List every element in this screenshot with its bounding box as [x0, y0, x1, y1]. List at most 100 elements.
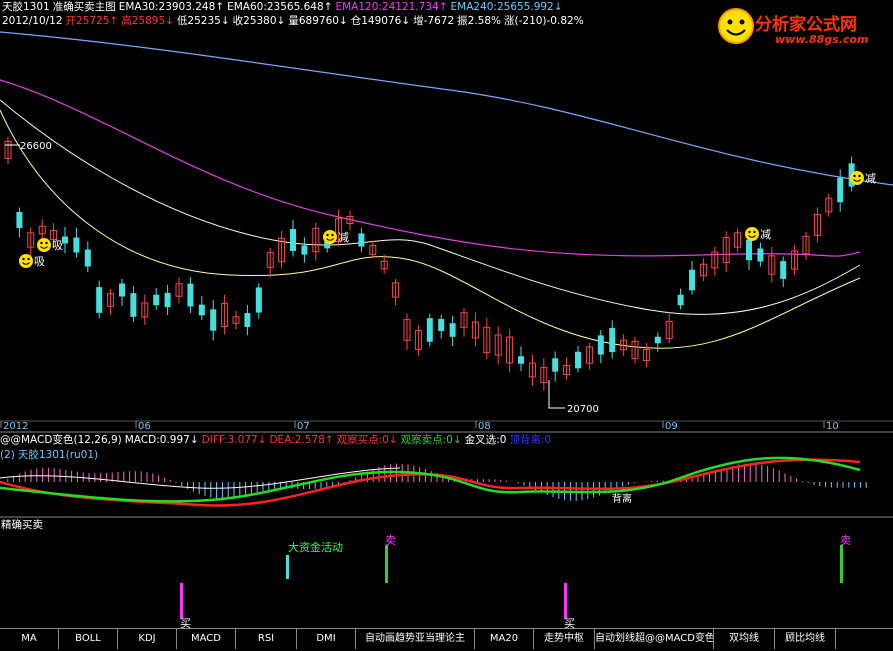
- smiley-eye-icon: [45, 241, 48, 245]
- macd-header-line-1: @@MACD变色(12,26,9) MACD:0.997↓ DIFF:3.077↓ D…: [0, 434, 554, 447]
- macd-field-6: 金叉选:0: [464, 434, 507, 446]
- candle-body-down: [449, 323, 456, 337]
- smiley-eye-icon: [748, 230, 751, 234]
- buy-bar-2: [564, 583, 567, 619]
- candle-body-down: [73, 237, 80, 253]
- sell-label-2: 卖: [840, 534, 851, 547]
- quote-field-0: 2012/10/12: [2, 15, 63, 27]
- candle-body-down: [255, 287, 262, 313]
- signal-label-4: 减: [865, 172, 876, 185]
- smiley-eye-icon: [858, 174, 861, 178]
- buy-label-1: 买: [180, 617, 191, 628]
- signal-smiley-icon: [323, 230, 337, 244]
- macd-divergence-label: 背离: [612, 492, 632, 505]
- tab-10[interactable]: 双均线: [714, 629, 775, 649]
- candle-body-down: [426, 318, 433, 342]
- sell-label-1: 卖: [385, 534, 396, 547]
- signal-smiley-icon: [850, 171, 864, 185]
- smiley-eye-icon: [753, 230, 756, 234]
- sell-bar-1: [385, 545, 388, 583]
- quote-field-5: 量689760↓: [288, 15, 348, 27]
- smiley-eye-icon: [853, 174, 856, 178]
- tab-6[interactable]: 自动画趋势亚当理论主: [356, 629, 475, 649]
- price-low-label: 20700: [567, 404, 599, 415]
- tab-3[interactable]: MACD: [177, 629, 236, 649]
- candle-body-down: [244, 313, 251, 327]
- candle-body-down: [301, 245, 308, 255]
- site-logo: 分析家公式网 www.88gs.com: [715, 4, 893, 48]
- macd-field-3: DEA:2.578↑: [269, 434, 334, 446]
- ema60-line: [0, 99, 861, 315]
- header-field-3: EMA60:23565.648↑: [227, 1, 333, 13]
- candle-body-down: [677, 294, 684, 306]
- quote-field-4: 收25380↓: [232, 15, 286, 27]
- candle-body-down: [96, 287, 103, 313]
- candle-body-down: [187, 283, 194, 307]
- candle-body-down: [518, 356, 524, 364]
- quote-field-2: 高25895↓: [121, 15, 174, 27]
- big-fund-label: 大资金活动: [288, 540, 343, 554]
- header-field-1: 准确买卖主图: [52, 1, 116, 13]
- candle-body-down: [597, 335, 604, 355]
- macd-field-7: 顶背离:0: [509, 434, 552, 446]
- chart-canvas[interactable]: 2012 06 07 08 09 102660020700吸吸减 减减背离大资金活动卖 卖买买: [0, 0, 893, 628]
- candle-body-down: [153, 294, 160, 306]
- macd-symbol-1: 天胶1301(ru01): [17, 449, 99, 461]
- smiley-eye-icon: [22, 257, 25, 261]
- candle-body-down: [746, 239, 752, 261]
- signal-smiley-icon: [19, 254, 33, 268]
- signal-smiley-icon: [745, 227, 759, 241]
- candle-body-down: [609, 327, 616, 353]
- price-high-label: 26600: [20, 141, 52, 152]
- tab-0[interactable]: MA: [0, 629, 59, 649]
- tab-2[interactable]: KDJ: [118, 629, 177, 649]
- tab-5[interactable]: DMI: [297, 629, 356, 649]
- indicator-tab-bar: MA BOLL KDJ MACD RSI DMI 自动画趋势亚当理论主 MA20 走势中枢 自动划…: [0, 628, 893, 651]
- signal-label-0: 吸: [52, 239, 63, 252]
- ema120-line: [0, 79, 861, 257]
- signal-smiley-icon: [37, 238, 51, 252]
- macd-field-2: DIFF:3.077↓: [201, 434, 267, 446]
- tab-7[interactable]: MA20: [475, 629, 534, 649]
- quote-field-1: 开25725↑: [65, 15, 119, 27]
- macd-field-1: MACD:0.997↓: [124, 434, 199, 446]
- x-label-0: 2012: [3, 421, 28, 432]
- candle-body-down: [654, 336, 661, 344]
- tab-1[interactable]: BOLL: [59, 629, 118, 649]
- x-label-5: 10: [826, 421, 839, 432]
- tab-8[interactable]: 走势中枢: [534, 629, 595, 649]
- signal-label-3: 减: [760, 228, 771, 241]
- tab-11[interactable]: 顾比均线: [775, 629, 836, 649]
- x-label-4: 09: [665, 421, 678, 432]
- macd-field-0: @@MACD变色(12,26,9): [0, 434, 122, 446]
- quote-field-7: 增-7672: [413, 15, 455, 27]
- smiley-logo-icon: [718, 8, 754, 44]
- x-label-3: 08: [478, 421, 491, 432]
- tab-9[interactable]: 自动划线超@@MACD变色: [595, 629, 714, 649]
- header-line-2: 2012/10/12 开25725↑ 高25895↓ 低25235↓ 收25380↓ 量6…: [2, 15, 587, 28]
- header-field-4: EMA120:24121.734↑: [335, 1, 448, 13]
- big-fund-bar: [286, 555, 289, 579]
- macd-field-5: 观察卖点:0↓: [400, 434, 462, 446]
- quote-field-6: 仓149076↓: [350, 15, 411, 27]
- smiley-eye-icon: [27, 257, 30, 261]
- x-label-2: 07: [297, 421, 310, 432]
- candle-body-down: [575, 351, 581, 369]
- smiley-eye-icon: [40, 241, 43, 245]
- ema240-line: [0, 31, 893, 186]
- header-field-5: EMA240:25655.992↓: [450, 1, 563, 13]
- candle-body-down: [198, 304, 205, 316]
- logo-name: 分析家公式网: [755, 15, 857, 35]
- candle-body-down: [780, 261, 787, 279]
- macd-header-line-2: (2) 天胶1301(ru01): [0, 449, 101, 462]
- tab-4[interactable]: RSI: [236, 629, 297, 649]
- candle-body-down: [837, 177, 844, 203]
- candle-body-down: [210, 309, 217, 331]
- signal-label-2: 减: [338, 231, 349, 244]
- candle-body-down: [757, 248, 764, 262]
- candle-body-down: [552, 358, 559, 372]
- header-line-1: 天胶1301 准确买卖主图 EMA30:23903.248↑ EMA60:23565.…: [2, 1, 566, 14]
- low-marker-line: [548, 380, 565, 409]
- candle-body-down: [119, 283, 125, 297]
- signal-label-1: 吸: [34, 255, 45, 268]
